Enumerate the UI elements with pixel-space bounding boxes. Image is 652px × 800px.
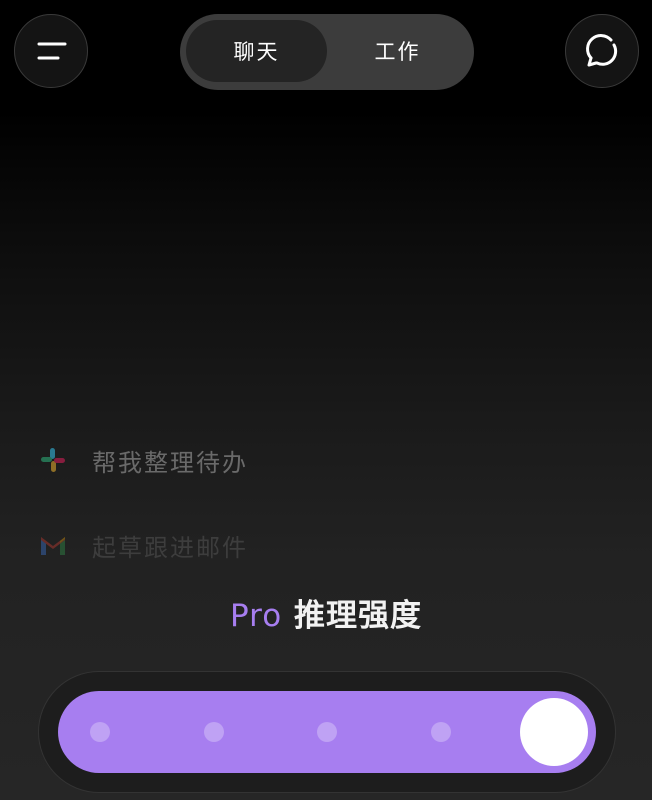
reasoning-title: Pro 推理强度 — [0, 590, 652, 635]
slider-step-dot[interactable] — [430, 722, 451, 742]
suggestion-item[interactable]: 帮我整理待办 — [38, 440, 248, 480]
tab-chat-label: 聊天 — [233, 40, 280, 64]
tab-work[interactable]: 工作 — [327, 20, 468, 82]
gmail-icon — [41, 537, 65, 555]
tab-chat[interactable]: 聊天 — [186, 20, 327, 82]
new-chat-button[interactable] — [565, 14, 639, 88]
chat-refresh-icon — [586, 34, 618, 67]
slider-step-dot[interactable] — [90, 722, 110, 742]
slider-step-dot[interactable] — [203, 722, 224, 742]
menu-button[interactable] — [14, 14, 88, 88]
slack-icon — [41, 448, 65, 472]
reasoning-label: 推理强度 — [293, 598, 422, 634]
tab-work-label: 工作 — [374, 40, 421, 64]
slider-knob[interactable] — [520, 698, 588, 766]
suggestion-item[interactable]: 起草跟进邮件 — [38, 525, 248, 565]
slider-step-dot[interactable] — [317, 722, 337, 742]
mode-switch: 聊天 工作 — [180, 14, 474, 90]
menu-icon — [37, 42, 67, 60]
pro-label: Pro — [230, 598, 283, 634]
suggestion-label: 起草跟进邮件 — [92, 533, 248, 562]
suggestion-label: 帮我整理待办 — [92, 448, 248, 477]
app-screen: 聊天 工作 帮我整理待办 起草跟进邮件 Pro 推理强度 — [0, 0, 652, 800]
